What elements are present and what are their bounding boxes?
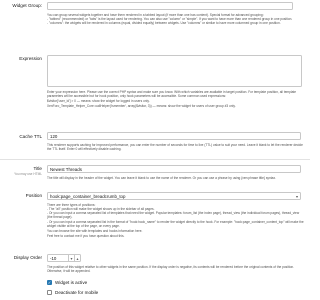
help-line: - Or you can input a comma separated lis… — [47, 219, 304, 228]
checkbox-box[interactable] — [47, 290, 52, 295]
widget-group-label: Widget Group: — [12, 3, 42, 8]
expression-label: Expression — [19, 56, 42, 61]
position-help: There are three types of positions: - Th… — [47, 203, 305, 238]
expression-textarea[interactable] — [47, 55, 302, 87]
deactivate-mobile-checkbox[interactable]: Deactivate for mobile — [47, 290, 98, 295]
title-sublabel: You may use HTML — [14, 172, 42, 176]
help-line: - Or you can input a comma separated lis… — [47, 211, 300, 220]
help-line: XenForo_Template_Helper_Core::callHelper… — [47, 104, 236, 109]
display-order-label: Display Order — [13, 255, 42, 260]
title-input[interactable]: Newest Threads — [47, 165, 301, 173]
position-value: hook:page_container_breadcrumb_top — [50, 194, 126, 199]
checkmark-icon[interactable]: ✓ — [47, 280, 52, 285]
cache-ttl-help: This renderer supports caching for impro… — [47, 143, 303, 152]
display-order-value: -10 — [50, 255, 57, 261]
widget-active-checkbox[interactable]: ✓ Widget is active — [47, 280, 87, 285]
widget-group-help: You can group several widgets together a… — [47, 13, 305, 25]
display-order-stepper[interactable]: -10 ▾ ▴ — [47, 254, 81, 262]
position-label: Position — [25, 193, 42, 198]
checkbox-label: Widget is active — [55, 280, 88, 285]
help-line: Enter your expression here. Please use t… — [47, 90, 297, 99]
chevron-up-icon[interactable]: ▴ — [74, 255, 80, 261]
cache-ttl-input[interactable]: 120 — [47, 132, 301, 140]
expression-help: Enter your expression here. Please use t… — [47, 90, 305, 109]
title-label: Title — [33, 166, 42, 171]
help-line: $visitor['user_id'] > 0 — means: show th… — [47, 99, 150, 104]
chevron-down-icon[interactable]: ▾ — [296, 193, 298, 200]
section-divider — [0, 159, 310, 160]
title-help: The title will display in the header of … — [47, 176, 276, 180]
position-select[interactable]: hook:page_container_breadcrumb_top ▾ — [47, 192, 301, 200]
widget-group-input[interactable] — [47, 2, 293, 10]
help-line: Feel free to contact me if you have ques… — [47, 233, 125, 238]
checkbox-label: Deactivate for mobile — [55, 290, 99, 295]
cache-ttl-label: Cache TTL — [19, 134, 42, 139]
help-line: - "columns": the widgets will be rendere… — [47, 21, 281, 26]
display-order-help: The position of this widget relative to … — [47, 265, 294, 274]
